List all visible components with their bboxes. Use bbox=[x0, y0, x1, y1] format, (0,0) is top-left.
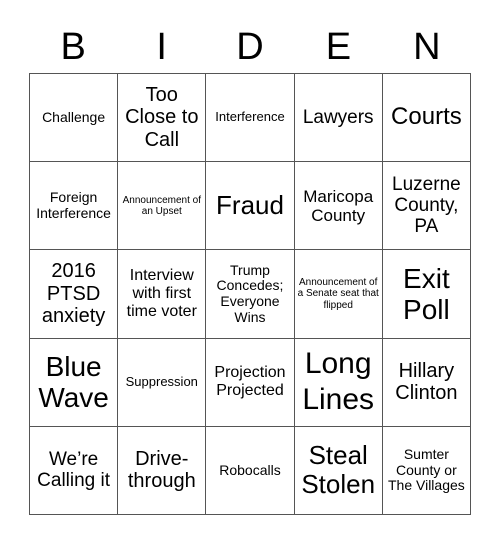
bingo-cell[interactable]: Announcement of an Upset bbox=[118, 162, 207, 251]
bingo-cell[interactable]: Blue Wave bbox=[30, 338, 119, 427]
bingo-header: B I D E N bbox=[29, 22, 471, 72]
bingo-cell[interactable]: Foreign Interference bbox=[30, 162, 119, 251]
bingo-cell[interactable]: Courts bbox=[382, 74, 471, 163]
bingo-cell[interactable]: Sumter County or The Villages bbox=[382, 426, 471, 515]
bingo-cell[interactable]: Announcement of a Senate seat that flipp… bbox=[294, 250, 383, 339]
bingo-cell[interactable]: Trump Concedes; Everyone Wins bbox=[206, 250, 295, 339]
bingo-cell[interactable]: Challenge bbox=[30, 74, 119, 163]
bingo-cell[interactable]: Fraud bbox=[206, 162, 295, 251]
bingo-cell[interactable]: Lawyers bbox=[294, 74, 383, 163]
header-letter-n: N bbox=[413, 26, 441, 68]
header-letter-d: D bbox=[236, 26, 264, 68]
header-letter-e: E bbox=[325, 26, 352, 68]
bingo-cell[interactable]: Suppression bbox=[118, 338, 207, 427]
bingo-cell[interactable]: 2016 PTSD anxiety bbox=[30, 250, 119, 339]
header-letter-b: B bbox=[60, 26, 86, 68]
bingo-cell[interactable]: Steal Stolen bbox=[294, 426, 383, 515]
bingo-cell[interactable]: Maricopa County bbox=[294, 162, 383, 251]
bingo-cell[interactable]: Too Close to Call bbox=[118, 74, 207, 163]
bingo-cell[interactable]: Hillary Clinton bbox=[382, 338, 471, 427]
bingo-cell[interactable]: Robocalls bbox=[206, 426, 295, 515]
bingo-cell[interactable]: Interference bbox=[206, 74, 295, 163]
header-letter-i: I bbox=[156, 26, 167, 68]
bingo-cell[interactable]: Luzerne County, PA bbox=[382, 162, 471, 251]
bingo-cell[interactable]: Exit Poll bbox=[382, 250, 471, 339]
bingo-cell[interactable]: Projection Projected bbox=[206, 338, 295, 427]
bingo-cell[interactable]: Long Lines bbox=[294, 338, 383, 427]
bingo-grid: Challenge Too Close to Call Interference… bbox=[29, 73, 471, 515]
bingo-cell[interactable]: We’re Calling it bbox=[30, 426, 119, 515]
bingo-cell[interactable]: Drive-through bbox=[118, 426, 207, 515]
bingo-cell[interactable]: Interview with first time voter bbox=[118, 250, 207, 339]
